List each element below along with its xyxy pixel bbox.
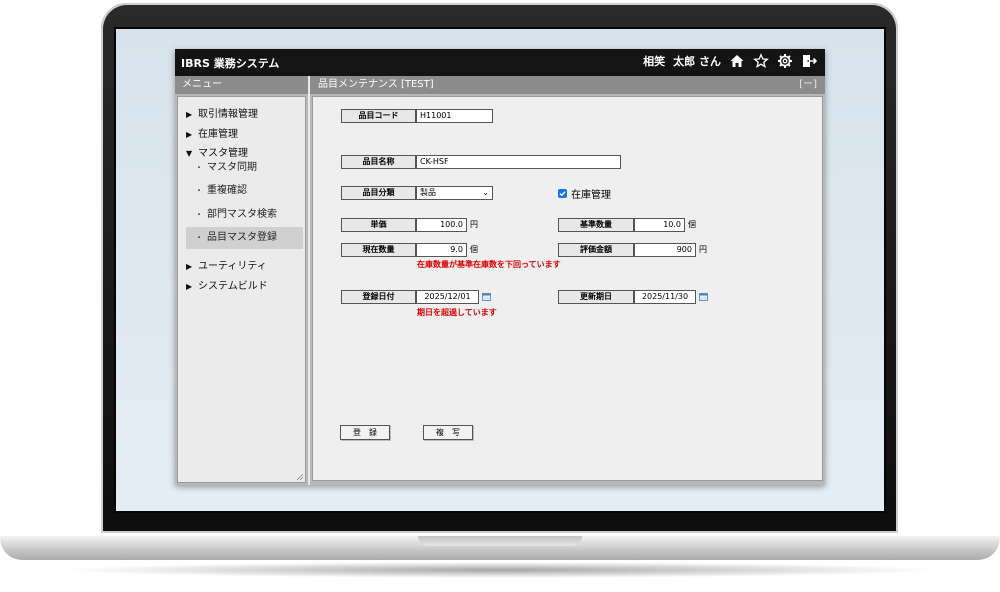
sidebar-subitem-label: 品目マスタ登録 (207, 232, 277, 243)
logout-icon[interactable] (801, 53, 817, 69)
sidebar-subitem-master-sync[interactable]: ・マスタ同期 (186, 157, 303, 179)
user-name[interactable]: 太郎 さん (673, 53, 721, 69)
unit-price-input[interactable]: 100.0 (416, 218, 467, 232)
valuation-amount-input[interactable]: 900 (634, 243, 696, 257)
standard-quantity-unit: 個 (688, 220, 696, 229)
sidebar-subitem-label: マスタ同期 (207, 162, 257, 173)
expand-arrow-icon: ▶ (186, 262, 193, 271)
standard-quantity-input[interactable]: 10.0 (634, 218, 685, 232)
bullet-icon: ・ (195, 233, 203, 242)
item-code-input[interactable]: H11001 (416, 109, 493, 123)
update-date-label: 更新期日 (558, 290, 634, 304)
item-name-input[interactable]: CK-HSF (416, 155, 621, 169)
app-window: IBRS 業務システム 相笑 太郎 さん メニュー 品目メンテナンス [TEST… (175, 49, 825, 485)
sidebar-item-transactions[interactable]: ▶ 取引情報管理 (186, 105, 258, 120)
item-category-select[interactable]: 製品 ⌄ (416, 186, 493, 200)
current-quantity-label: 現在数量 (341, 243, 416, 257)
expand-arrow-icon: ▶ (186, 130, 193, 139)
laptop-shadow (60, 562, 940, 578)
update-date-input[interactable]: 2025/11/30 (634, 290, 696, 304)
collapse-button[interactable]: [ー] (799, 76, 817, 94)
register-button[interactable]: 登 録 (340, 425, 390, 440)
calendar-icon[interactable] (699, 292, 708, 301)
sidebar-subitem-department-search[interactable]: ・部門マスタ検索 (186, 204, 303, 226)
copy-button[interactable]: 複 写 (423, 425, 473, 440)
sidebar-item-label: 在庫管理 (198, 129, 238, 140)
sidebar-item-inventory[interactable]: ▶ 在庫管理 (186, 125, 238, 140)
standard-quantity-label: 基準数量 (558, 218, 634, 232)
top-bar: IBRS 業務システム 相笑 太郎 さん (175, 49, 825, 76)
inventory-management-checkbox[interactable] (558, 189, 567, 198)
item-form: 品目コード H11001 品目名称 CK-HSF 品目分類 製品 ⌄ 在庫管理 … (312, 96, 823, 481)
valuation-amount-label: 評価金額 (558, 243, 634, 257)
gear-icon[interactable] (777, 53, 793, 69)
current-quantity-unit: 個 (470, 245, 478, 254)
content-header: 品目メンテナンス [TEST] [ー] (310, 76, 825, 94)
sidebar-item-system-build[interactable]: ▶ システムビルド (186, 277, 268, 292)
registration-date-input[interactable]: 2025/12/01 (416, 290, 479, 304)
menu-header: メニュー (175, 76, 308, 94)
home-icon[interactable] (729, 53, 745, 69)
sidebar-subitem-label: 重複確認 (207, 185, 247, 196)
user-area: 相笑 太郎 さん (643, 53, 817, 69)
sidebar-item-utility[interactable]: ▶ ユーティリティ (186, 257, 267, 272)
sidebar-subitem-item-master-registration[interactable]: ・品目マスタ登録 (186, 227, 303, 249)
unit-price-label: 単価 (341, 218, 416, 232)
registration-date-label: 登録日付 (341, 290, 416, 304)
current-quantity-warning: 在庫数量が基準在庫数を下回っています (417, 260, 561, 269)
registration-date-warning: 期日を超過しています (417, 308, 497, 317)
sidebar: ▶ 取引情報管理 ▶ 在庫管理 ▼ マスタ管理 ・マスタ同期 ・重複確認 ・部門マスタ… (175, 94, 308, 485)
sidebar-panel: ▶ 取引情報管理 ▶ 在庫管理 ▼ マスタ管理 ・マスタ同期 ・重複確認 ・部門マスタ… (177, 96, 306, 483)
content-panel: 品目コード H11001 品目名称 CK-HSF 品目分類 製品 ⌄ 在庫管理 … (310, 94, 825, 485)
user-company: 相笑 (643, 55, 666, 68)
chevron-down-icon: ⌄ (482, 188, 489, 197)
item-name-label: 品目名称 (341, 155, 416, 169)
app-title: IBRS 業務システム (181, 57, 280, 70)
calendar-icon[interactable] (482, 292, 491, 301)
valuation-amount-unit: 円 (699, 245, 707, 254)
sidebar-item-label: ユーティリティ (198, 261, 267, 272)
expand-arrow-icon: ▶ (186, 282, 193, 291)
item-code-label: 品目コード (341, 109, 416, 123)
laptop-notch (418, 536, 582, 546)
inventory-management-label: 在庫管理 (571, 190, 611, 201)
star-icon[interactable] (753, 53, 769, 69)
expand-arrow-icon: ▶ (186, 110, 193, 119)
bullet-icon: ・ (195, 186, 203, 195)
page-title: 品目メンテナンス [TEST] (318, 79, 434, 90)
item-category-value: 製品 (420, 188, 436, 197)
sidebar-item-label: システムビルド (198, 281, 268, 292)
current-quantity-input[interactable]: 9.0 (416, 243, 467, 257)
sidebar-subitem-label: 部門マスタ検索 (207, 209, 277, 220)
item-category-label: 品目分類 (341, 186, 416, 200)
bullet-icon: ・ (195, 210, 203, 219)
sidebar-item-label: 取引情報管理 (198, 109, 258, 120)
unit-price-unit: 円 (470, 220, 478, 229)
sidebar-subitem-duplicate-check[interactable]: ・重複確認 (186, 180, 303, 202)
bullet-icon: ・ (195, 163, 203, 172)
resize-grip-icon[interactable] (296, 473, 304, 481)
